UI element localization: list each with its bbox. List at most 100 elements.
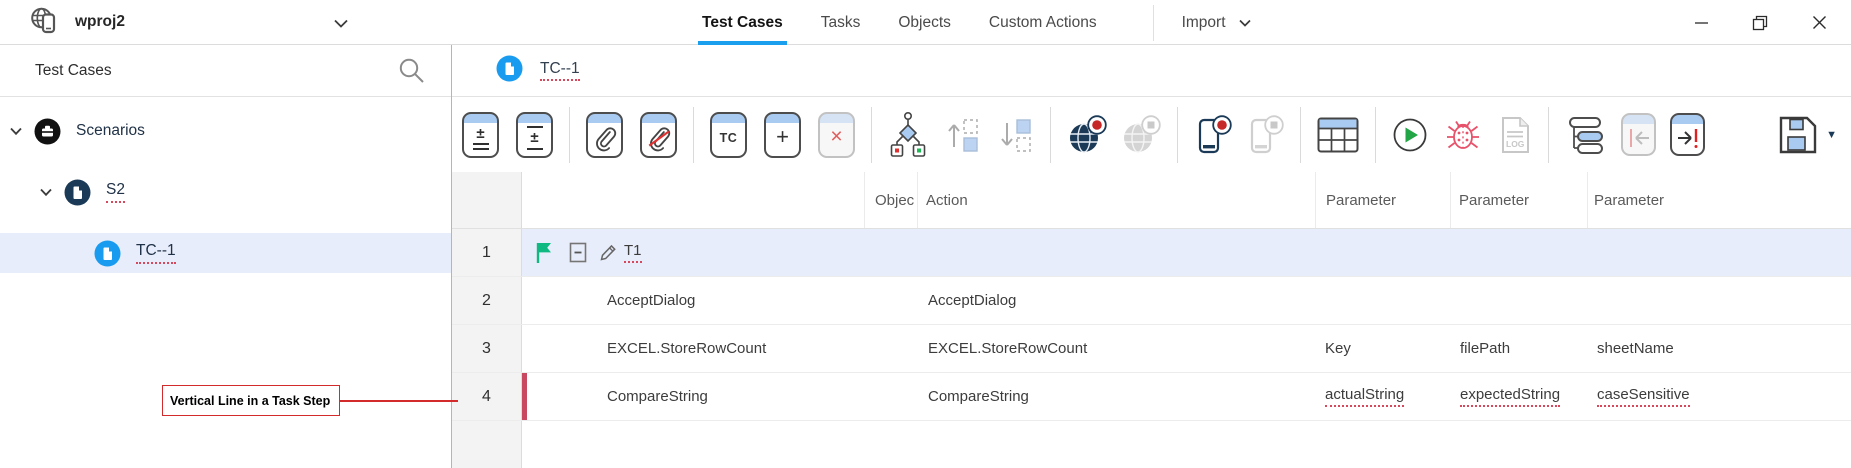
parameter1-column-header: Parameter bbox=[1315, 172, 1450, 228]
parameter1-cell[interactable]: actualString bbox=[1325, 386, 1404, 407]
minimize-button[interactable] bbox=[1685, 7, 1717, 39]
project-name: wproj2 bbox=[75, 13, 125, 31]
step-row-2[interactable]: 2 AcceptDialog AcceptDialog bbox=[452, 277, 1851, 325]
row-number[interactable]: 4 bbox=[452, 373, 522, 420]
project-chevron-down-icon[interactable] bbox=[334, 15, 348, 33]
delete-button[interactable]: × bbox=[818, 112, 855, 158]
parameter3-cell[interactable] bbox=[1587, 277, 1851, 324]
restore-button[interactable] bbox=[1744, 7, 1776, 39]
step-name-cell[interactable]: AcceptDialog bbox=[522, 277, 864, 324]
breakpoint-right-icon bbox=[1676, 127, 1700, 149]
action-cell[interactable]: EXCEL.StoreRowCount bbox=[917, 325, 1315, 372]
parameter2-cell[interactable] bbox=[1450, 277, 1587, 324]
row-number[interactable]: 1 bbox=[452, 229, 522, 276]
tab-objects[interactable]: Objects bbox=[898, 0, 951, 45]
table-icon bbox=[1317, 117, 1359, 153]
document-tab-strip: TC--1 bbox=[452, 45, 1851, 97]
action-cell[interactable]: CompareString bbox=[917, 373, 1315, 420]
step-row-4[interactable]: 4 CompareString CompareString actualStri… bbox=[452, 373, 1851, 421]
tree-item-scenarios[interactable]: Scenarios bbox=[0, 111, 451, 151]
toolbar-divider bbox=[1050, 107, 1051, 163]
mobile-stop-button[interactable] bbox=[1246, 113, 1284, 157]
grid-header-row: Objec Action Parameter Parameter Paramet… bbox=[452, 172, 1851, 229]
add-step-below-button[interactable]: ± bbox=[462, 112, 499, 158]
chevron-down-icon[interactable] bbox=[40, 188, 54, 197]
sidebar-title: Test Cases bbox=[35, 62, 112, 80]
object-cell[interactable] bbox=[864, 277, 917, 324]
action-cell[interactable]: AcceptDialog bbox=[917, 277, 1315, 324]
toolbar-divider bbox=[693, 107, 694, 163]
step-row-3[interactable]: 3 EXCEL.StoreRowCount EXCEL.StoreRowCoun… bbox=[452, 325, 1851, 373]
document-tab-label[interactable]: TC--1 bbox=[540, 60, 580, 82]
task-step-vertical-line bbox=[522, 373, 527, 420]
edit-pencil-icon[interactable] bbox=[598, 243, 617, 263]
parameter1-cell[interactable] bbox=[1315, 277, 1450, 324]
log-document-icon: LOG bbox=[1498, 115, 1532, 155]
tab-custom-actions[interactable]: Custom Actions bbox=[989, 0, 1097, 45]
parameter2-cell[interactable]: expectedString bbox=[1460, 386, 1560, 407]
save-button[interactable] bbox=[1776, 113, 1820, 157]
object-column-header: Objec bbox=[864, 172, 917, 228]
steps-grid: Objec Action Parameter Parameter Paramet… bbox=[452, 172, 1851, 468]
project-globe-phone-icon bbox=[30, 6, 59, 39]
import-menu[interactable]: Import bbox=[1182, 14, 1251, 32]
view-log-button[interactable]: LOG bbox=[1498, 115, 1532, 155]
web-record-button[interactable] bbox=[1067, 114, 1107, 156]
breakpoint-left-icon bbox=[1627, 127, 1651, 149]
move-step-up-button[interactable] bbox=[945, 113, 981, 157]
paperclip-icon bbox=[592, 124, 618, 152]
tree-item-label: S2 bbox=[106, 181, 125, 203]
step-name-cell[interactable]: EXCEL.StoreRowCount bbox=[522, 325, 864, 372]
object-cell[interactable] bbox=[864, 325, 917, 372]
phone-record-icon bbox=[1194, 113, 1232, 157]
step-row-1-group[interactable]: 1 T1 bbox=[452, 229, 1851, 277]
convert-to-test-case-button[interactable]: TC bbox=[710, 112, 747, 158]
run-button[interactable] bbox=[1392, 117, 1428, 153]
test-case-icon bbox=[496, 55, 523, 87]
tab-tasks[interactable]: Tasks bbox=[821, 0, 861, 45]
project-switcher[interactable]: wproj2 bbox=[0, 6, 125, 39]
tree-item-tc-1[interactable]: TC--1 bbox=[0, 233, 451, 273]
phone-stop-icon bbox=[1246, 113, 1284, 157]
attach-file-button[interactable] bbox=[586, 112, 623, 158]
move-step-down-button[interactable] bbox=[998, 113, 1034, 157]
data-table-button[interactable] bbox=[1317, 117, 1359, 153]
main-nav-tabs: Test Cases Tasks Objects Custom Actions … bbox=[702, 0, 1251, 45]
parameter3-cell[interactable]: sheetName bbox=[1587, 325, 1851, 372]
tree-item-s2[interactable]: S2 bbox=[0, 172, 451, 212]
annotation-callout: Vertical Line in a Task Step bbox=[162, 385, 340, 416]
step-name-cell[interactable]: CompareString bbox=[522, 373, 864, 420]
annotation-pointer-line bbox=[340, 400, 458, 402]
parameter1-cell[interactable]: Key bbox=[1315, 325, 1450, 372]
row-number[interactable]: 3 bbox=[452, 325, 522, 372]
web-stop-button[interactable] bbox=[1121, 114, 1161, 156]
tab-test-cases[interactable]: Test Cases bbox=[702, 0, 783, 45]
add-test-case-button[interactable]: + bbox=[764, 112, 801, 158]
row-number[interactable]: 2 bbox=[452, 277, 522, 324]
group-name[interactable]: T1 bbox=[624, 242, 642, 263]
step-outline-button[interactable] bbox=[1565, 114, 1607, 156]
detach-file-button[interactable] bbox=[640, 112, 677, 158]
tree-item-label: TC--1 bbox=[136, 242, 176, 264]
plus-minus-icon: ± bbox=[473, 126, 489, 150]
save-dropdown-caret-icon[interactable]: ▼ bbox=[1826, 129, 1837, 141]
import-chevron-down-icon bbox=[1239, 14, 1251, 32]
debug-button[interactable] bbox=[1444, 116, 1482, 154]
object-cell[interactable] bbox=[864, 373, 917, 420]
toolbar-divider bbox=[1300, 107, 1301, 163]
chevron-down-icon[interactable] bbox=[10, 127, 24, 136]
collapse-group-icon[interactable] bbox=[569, 242, 587, 263]
test-case-icon bbox=[94, 240, 121, 267]
group-steps-button[interactable] bbox=[888, 111, 928, 159]
run-to-next-breakpoint-button[interactable] bbox=[1670, 113, 1705, 156]
mobile-record-button[interactable] bbox=[1194, 113, 1232, 157]
search-icon[interactable] bbox=[398, 57, 425, 84]
parameter3-cell[interactable]: caseSensitive bbox=[1597, 386, 1690, 407]
run-to-previous-breakpoint-button[interactable] bbox=[1621, 113, 1656, 156]
parameter2-column-header: Parameter bbox=[1450, 172, 1587, 228]
close-button[interactable] bbox=[1803, 7, 1835, 39]
app-window: wproj2 Test Cases Tasks Objects Custom A… bbox=[0, 0, 1851, 468]
toolbar-divider bbox=[1177, 107, 1178, 163]
add-step-above-button[interactable]: ± bbox=[516, 112, 553, 158]
parameter2-cell[interactable]: filePath bbox=[1450, 325, 1587, 372]
